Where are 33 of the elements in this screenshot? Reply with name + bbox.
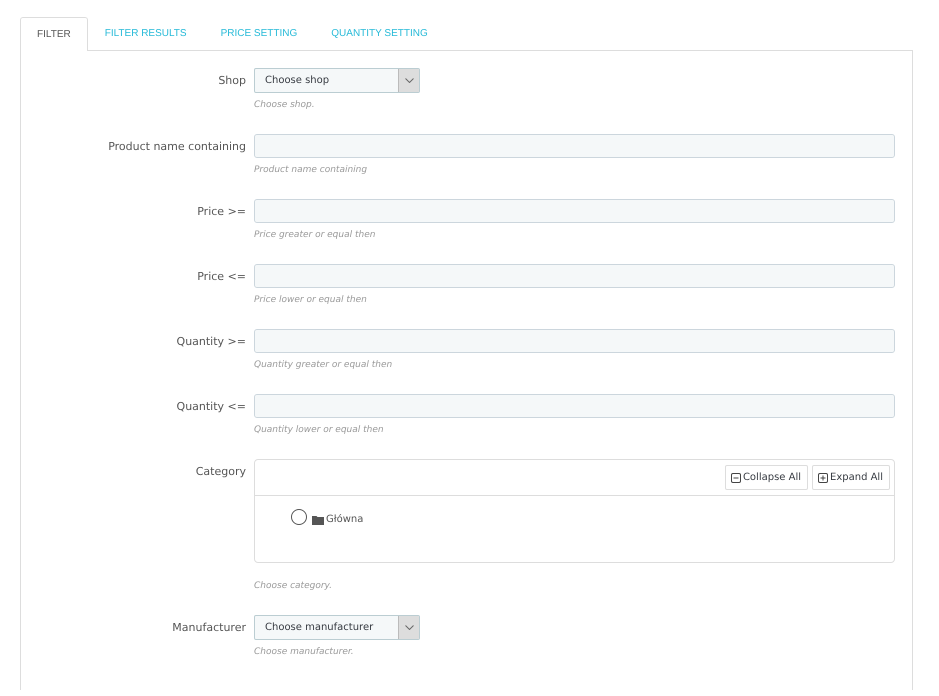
field-label: Price >=	[196, 204, 246, 220]
expand-all-button[interactable]: Expand All	[812, 465, 890, 490]
input-field[interactable]	[254, 329, 895, 353]
help-text: Choose category.	[254, 581, 334, 593]
help-text: Product name containing	[254, 165, 368, 177]
field-label: Quantity >=	[176, 334, 246, 350]
field-label: Shop	[217, 73, 246, 89]
help-text: Price lower or equal then	[254, 295, 368, 307]
plus-box-icon	[818, 472, 828, 482]
help-text: Price greater or equal then	[254, 230, 376, 242]
help-text: Quantity lower or equal then	[254, 425, 385, 437]
help-text: Choose shop.	[254, 100, 316, 112]
select-field[interactable]: Choose shop	[254, 68, 420, 93]
input-field[interactable]	[254, 199, 895, 223]
radio-button[interactable]	[291, 508, 307, 524]
caret-icon	[404, 78, 414, 83]
help-text: Choose manufacturer.	[254, 647, 355, 659]
folder-icon	[312, 514, 324, 524]
field-label: Quantity <=	[176, 399, 246, 415]
input-field[interactable]	[254, 134, 895, 158]
input-field[interactable]	[254, 394, 895, 418]
minus-box-icon	[730, 472, 741, 482]
input-field[interactable]	[254, 264, 895, 288]
field-label: Price <=	[196, 269, 246, 285]
field-label: Manufacturer	[171, 620, 246, 636]
field-label: Product name containing	[107, 139, 246, 155]
collapse-all-button[interactable]: Collapse All	[724, 465, 808, 490]
caret-icon	[404, 625, 414, 630]
tree-item[interactable]: Główna	[312, 514, 364, 525]
tab[interactable]: FILTER	[20, 17, 88, 51]
select-field[interactable]: Choose manufacturer	[254, 615, 420, 640]
field-label: Category	[194, 464, 246, 480]
help-text: Quantity greater or equal then	[254, 360, 394, 372]
